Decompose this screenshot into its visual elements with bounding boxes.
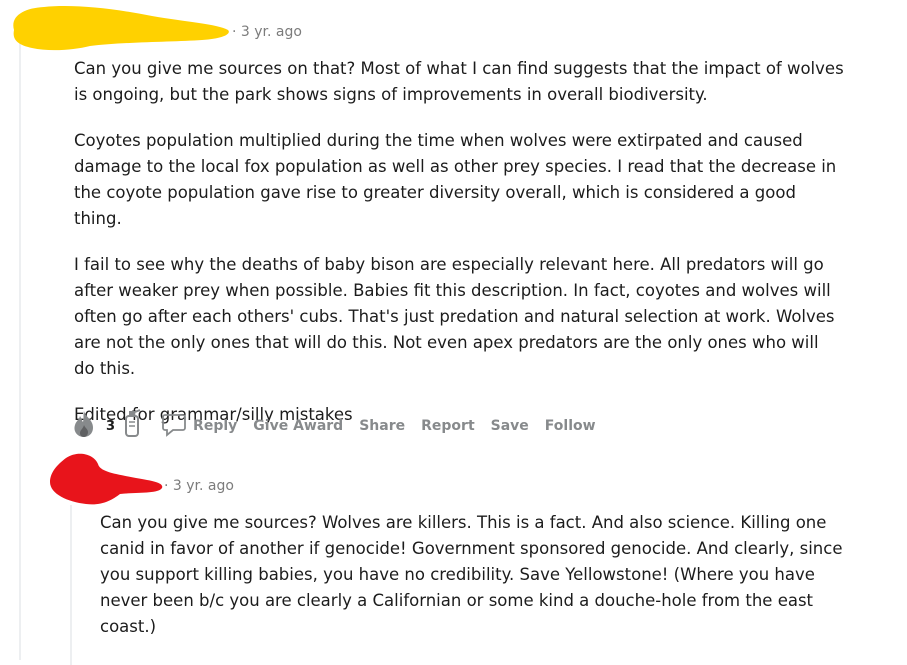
save-button[interactable]: Save xyxy=(491,418,529,434)
give-award-button[interactable]: Give Award xyxy=(253,418,343,434)
comment-2-header: · 3 yr. ago xyxy=(164,478,234,494)
comment-paragraph: Can you give me sources? Wolves are kill… xyxy=(100,513,843,636)
fire-icon[interactable] xyxy=(68,408,100,444)
timestamp[interactable]: 3 yr. ago xyxy=(173,478,234,494)
report-button[interactable]: Report xyxy=(421,418,475,434)
username-redaction-2 xyxy=(50,453,163,505)
follow-button[interactable]: Follow xyxy=(545,418,596,434)
meta-separator: · xyxy=(164,478,173,494)
timestamp[interactable]: 3 yr. ago xyxy=(241,24,302,40)
share-button[interactable]: Share xyxy=(359,418,405,434)
comment-actions: 3 Reply Give Award Share Report Save Fol… xyxy=(68,408,612,444)
rocket-icon[interactable] xyxy=(121,408,143,444)
comment-1-header: · 3 yr. ago xyxy=(232,24,302,40)
thread-line[interactable] xyxy=(19,40,21,660)
reply-button[interactable]: Reply xyxy=(193,418,237,434)
comment-2-body: Can you give me sources? Wolves are kill… xyxy=(100,510,845,660)
comment-paragraph: Coyotes population multiplied during the… xyxy=(74,131,837,228)
comment-paragraph: Can you give me sources on that? Most of… xyxy=(74,59,844,104)
username-redaction xyxy=(13,6,229,51)
comment-1-body: Can you give me sources on that? Most of… xyxy=(74,56,844,448)
meta-separator: · xyxy=(232,24,241,40)
comment-paragraph: I fail to see why the deaths of baby bis… xyxy=(74,255,835,378)
vote-count: 3 xyxy=(106,418,116,434)
thread-line-nested[interactable] xyxy=(70,505,72,665)
comment-icon[interactable] xyxy=(161,411,187,441)
